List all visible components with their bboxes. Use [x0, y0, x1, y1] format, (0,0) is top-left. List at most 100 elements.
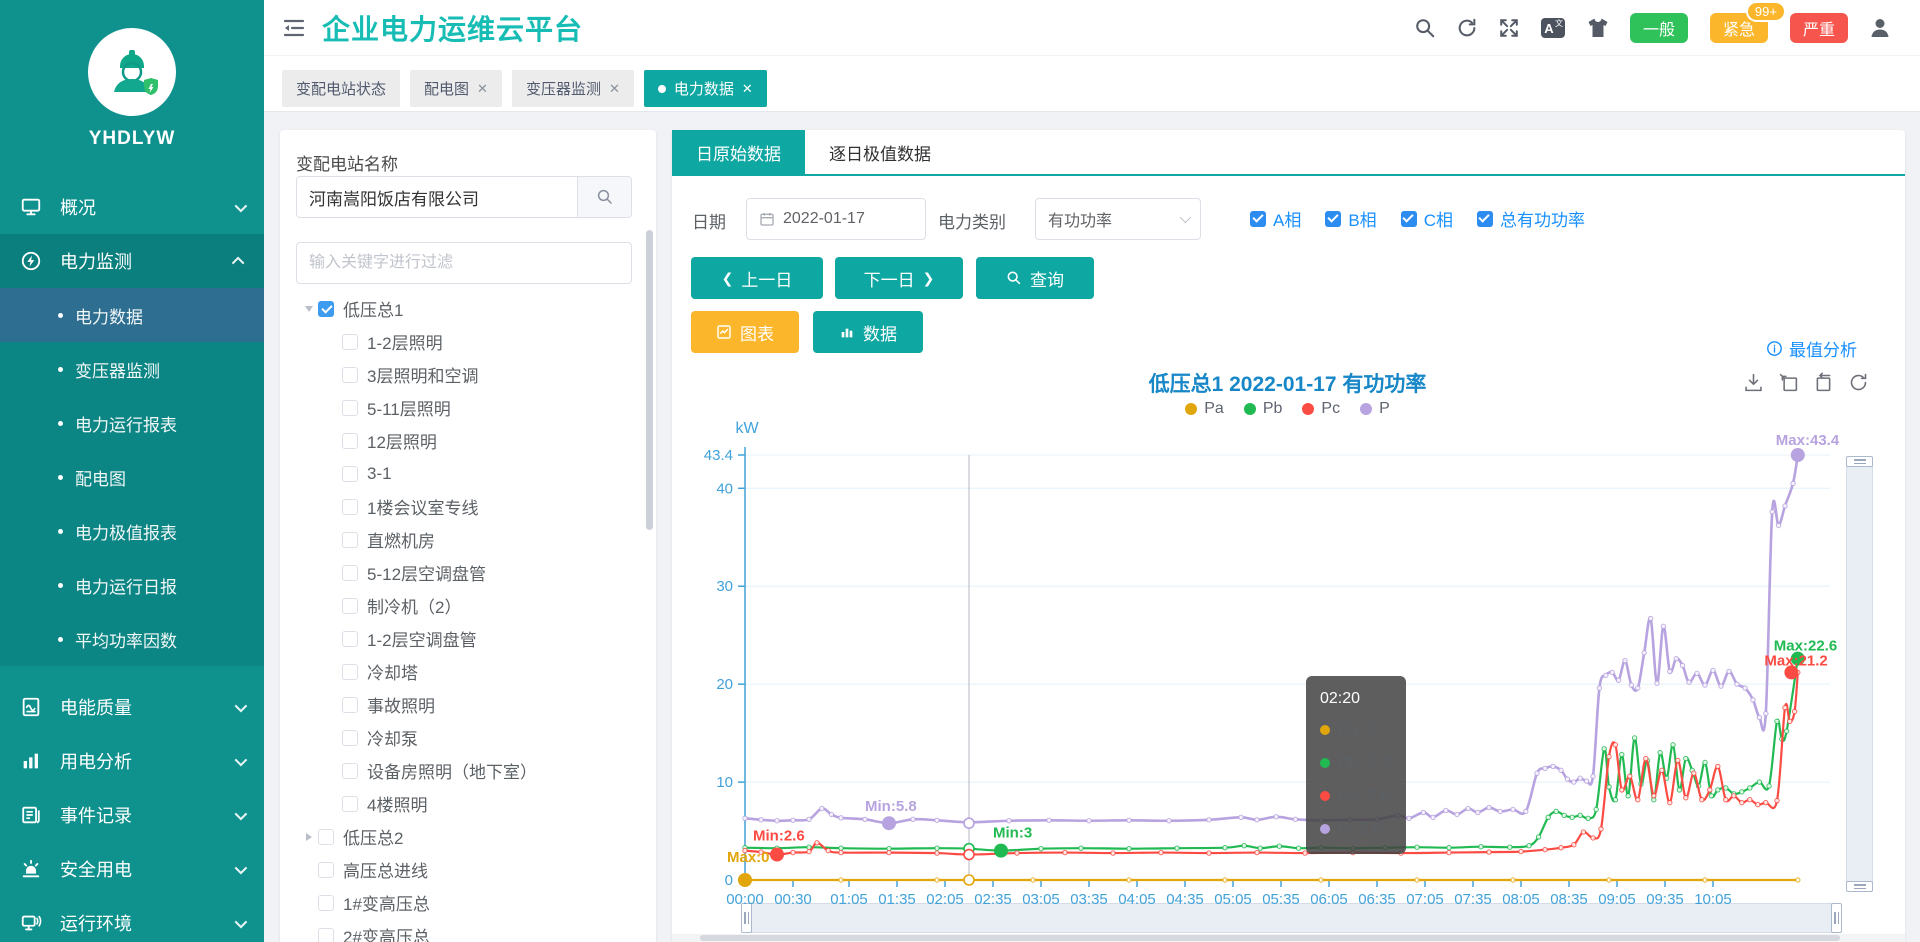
legend-item-Pb[interactable]: Pb [1244, 400, 1283, 418]
sidebar-subitem[interactable]: 电力极值报表 [0, 504, 264, 558]
tree-checkbox[interactable] [342, 763, 358, 779]
tree-checkbox[interactable] [342, 631, 358, 647]
close-icon[interactable]: ✕ [609, 81, 620, 97]
alarm-badge-一般[interactable]: 一般 [1630, 13, 1688, 43]
tab-chip-电力数据[interactable]: 电力数据✕ [644, 70, 767, 107]
tree-checkbox[interactable] [342, 664, 358, 680]
chart-refresh-icon[interactable] [1848, 372, 1869, 393]
tree-node[interactable]: 3-1 [288, 457, 640, 490]
datazoom-top-handle[interactable] [1846, 456, 1873, 467]
phase-checkbox-总有功功率[interactable]: 总有功功率 [1477, 206, 1585, 231]
phase-checkbox-A相[interactable]: A相 [1250, 206, 1301, 231]
max-analysis-link[interactable]: 最值分析 [1766, 336, 1857, 361]
tree-checkbox[interactable] [342, 730, 358, 746]
tree-checkbox[interactable] [342, 433, 358, 449]
tree-checkbox[interactable] [318, 895, 334, 911]
tab-daily-raw-data[interactable]: 日原始数据 [672, 130, 805, 174]
tree-node[interactable]: 低压总1 [288, 292, 640, 325]
tree-node[interactable]: 低压总2 [288, 820, 640, 853]
sidebar-subitem[interactable]: 电力运行报表 [0, 396, 264, 450]
datazoom-horizontal[interactable] [745, 903, 1838, 933]
tab-daily-extreme-data[interactable]: 逐日极值数据 [805, 130, 955, 174]
tree-checkbox[interactable] [342, 466, 358, 482]
sidebar-item-safety[interactable]: 安全用电 [0, 842, 264, 896]
checkbox-checked-icon[interactable] [1477, 211, 1493, 227]
tree-node[interactable]: 冷却泵 [288, 721, 640, 754]
alarm-badge-紧急[interactable]: 紧急99+ [1710, 13, 1768, 43]
tree-checkbox[interactable] [342, 796, 358, 812]
legend-item-Pa[interactable]: Pa [1185, 400, 1224, 418]
user-icon[interactable] [1868, 16, 1892, 40]
datazoom-left-handle[interactable] [741, 903, 752, 933]
download-icon[interactable] [1743, 372, 1764, 393]
tree-node[interactable]: 1#变高压总 [288, 886, 640, 919]
tree-checkbox[interactable] [342, 598, 358, 614]
power-type-select[interactable]: 有功功率 [1035, 198, 1201, 240]
chart-view-button[interactable]: 图表 [691, 311, 799, 353]
alarm-badge-严重[interactable]: 严重 [1790, 13, 1848, 43]
close-icon[interactable]: ✕ [477, 81, 488, 97]
tree-node[interactable]: 5-12层空调盘管 [288, 556, 640, 589]
zoom-select-icon[interactable] [1778, 372, 1799, 393]
tree-node[interactable]: 高压总进线 [288, 853, 640, 886]
sidebar-subitem[interactable]: 配电图 [0, 450, 264, 504]
sidebar-subitem-active[interactable]: 电力数据 [0, 288, 264, 342]
sidebar-subitem[interactable]: 平均功率因数 [0, 612, 264, 666]
legend-item-Pc[interactable]: Pc [1302, 400, 1340, 418]
caret-expanded-icon[interactable] [300, 300, 318, 318]
theme-icon[interactable] [1586, 16, 1610, 40]
tree-node[interactable]: 12层照明 [288, 424, 640, 457]
datazoom-right-handle[interactable] [1831, 903, 1842, 933]
sidebar-subitem[interactable]: 电力运行日报 [0, 558, 264, 612]
zoom-restore-icon[interactable] [1813, 372, 1834, 393]
tree-checkbox[interactable] [342, 697, 358, 713]
translate-icon[interactable]: A 文 [1540, 16, 1566, 40]
tree-checkbox[interactable] [342, 367, 358, 383]
sidebar-item-dashboard[interactable]: 概况 [0, 180, 264, 234]
tree-node[interactable]: 设备房照明（地下室） [288, 754, 640, 787]
checkbox-checked-icon[interactable] [1250, 211, 1266, 227]
search-icon[interactable] [1414, 17, 1436, 39]
tree-node[interactable]: 4楼照明 [288, 787, 640, 820]
fullscreen-icon[interactable] [1498, 17, 1520, 39]
sidebar-item-environment[interactable]: 运行环境 [0, 896, 264, 942]
tree-checkbox[interactable] [342, 334, 358, 350]
next-day-button[interactable]: 下一日❯ [835, 257, 963, 299]
tree-checkbox[interactable] [318, 829, 334, 845]
legend-item-P[interactable]: P [1360, 400, 1390, 418]
tree-node[interactable]: 1楼会议室专线 [288, 490, 640, 523]
scrollbar-thumb[interactable] [700, 935, 1840, 941]
datazoom-vertical[interactable] [1846, 460, 1873, 888]
tree-checkbox[interactable] [342, 499, 358, 515]
tree-checkbox[interactable] [342, 565, 358, 581]
checkbox-checked-icon[interactable] [1401, 211, 1417, 227]
tree-checkbox[interactable] [342, 400, 358, 416]
tree-node[interactable]: 5-11层照明 [288, 391, 640, 424]
station-search-button[interactable] [577, 177, 631, 217]
tree-checkbox[interactable] [318, 301, 334, 317]
refresh-icon[interactable] [1456, 17, 1478, 39]
tree-node[interactable]: 直燃机房 [288, 523, 640, 556]
sidebar-item-quality[interactable]: 电能质量 [0, 680, 264, 734]
tree-node[interactable]: 2#变高压总 [288, 919, 640, 942]
tree-checkbox[interactable] [318, 862, 334, 878]
sidebar-subitem[interactable]: 变压器监测 [0, 342, 264, 396]
tree-node[interactable]: 制冷机（2） [288, 589, 640, 622]
checkbox-checked-icon[interactable] [1325, 211, 1341, 227]
phase-checkbox-C相[interactable]: C相 [1401, 206, 1453, 231]
tree-scrollbar[interactable] [646, 230, 653, 530]
tree-filter-input[interactable] [296, 242, 632, 284]
tree-node[interactable]: 冷却塔 [288, 655, 640, 688]
tree-checkbox[interactable] [318, 928, 334, 942]
sidebar-item-events[interactable]: 事件记录 [0, 788, 264, 842]
station-search-input[interactable] [297, 177, 577, 217]
caret-collapsed-icon[interactable] [300, 828, 318, 846]
date-input[interactable]: 2022-01-17 [746, 198, 926, 240]
sidebar-item-analysis[interactable]: 用电分析 [0, 734, 264, 788]
tree-node[interactable]: 3层照明和空调 [288, 358, 640, 391]
tree-checkbox[interactable] [342, 532, 358, 548]
datazoom-bottom-handle[interactable] [1846, 881, 1873, 892]
tab-chip-变压器监测[interactable]: 变压器监测✕ [512, 70, 634, 107]
tab-chip-变配电站状态[interactable]: 变配电站状态 [282, 70, 400, 107]
data-view-button[interactable]: 数据 [813, 311, 923, 353]
